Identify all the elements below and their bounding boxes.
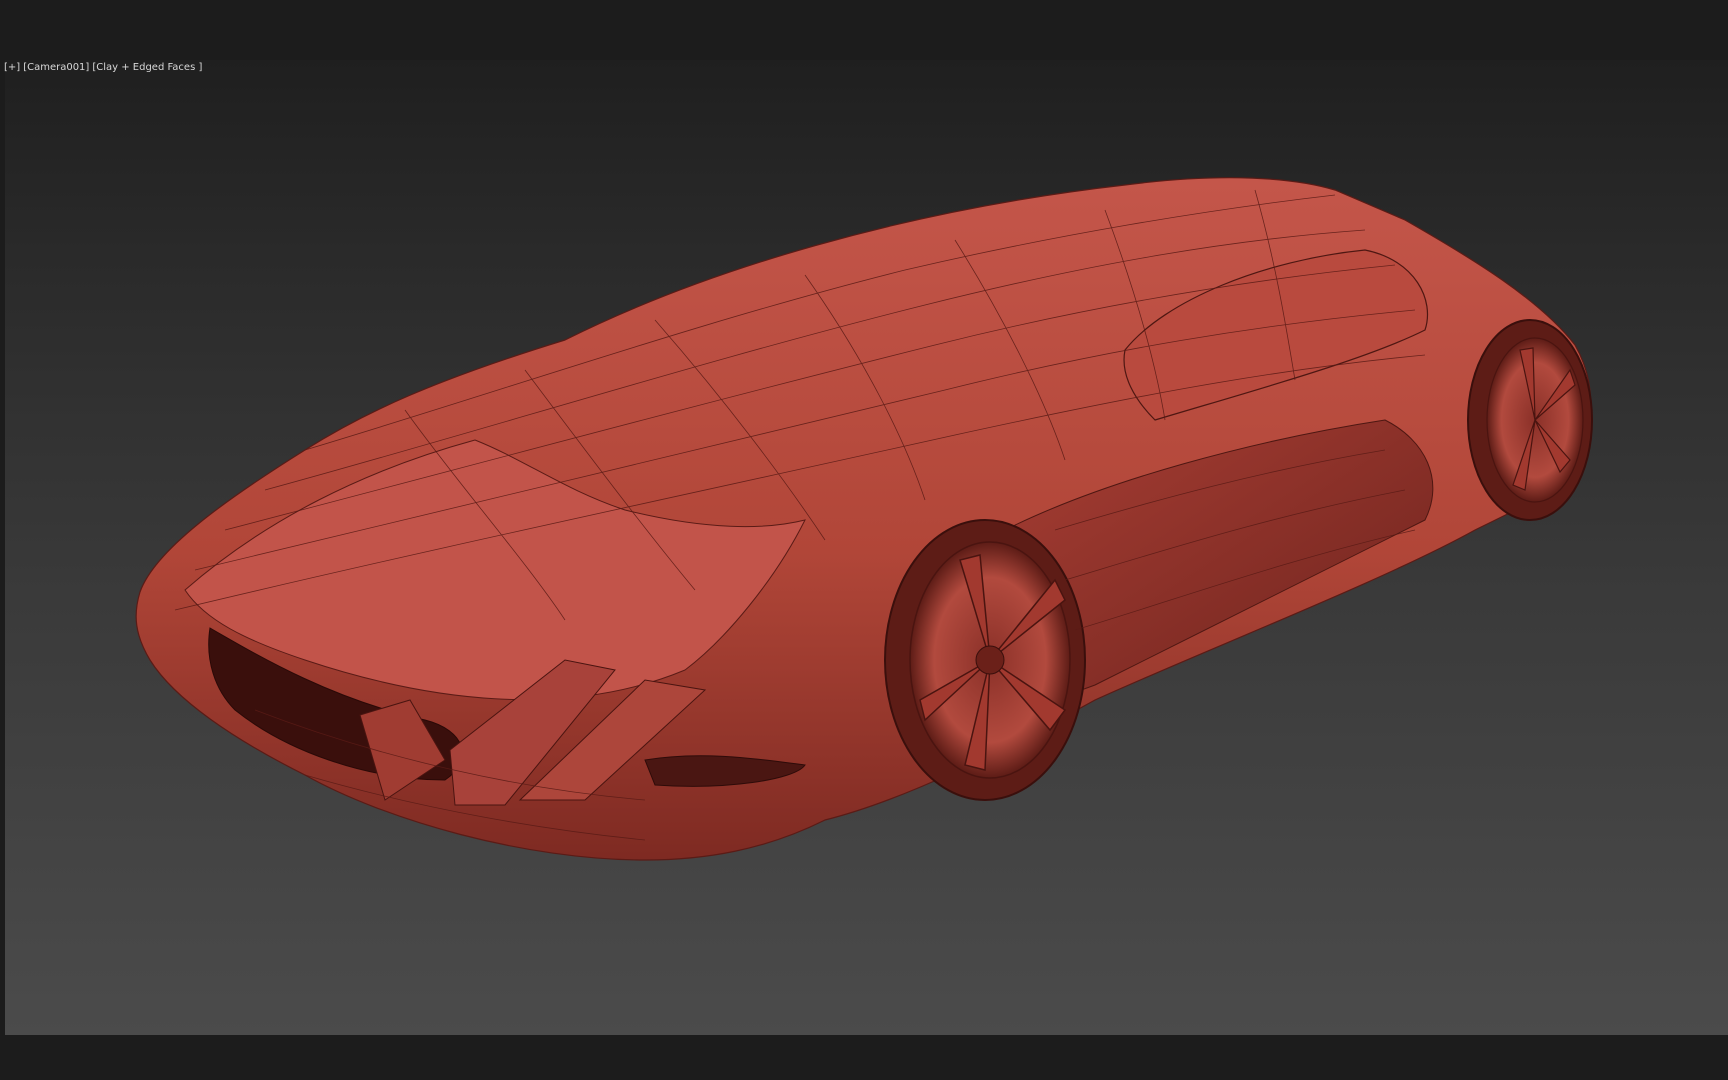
bottom-bar (0, 1035, 1728, 1080)
car-clay-model[interactable] (5, 60, 1728, 1035)
rear-wheel (1467, 319, 1593, 521)
viewport-menu-button[interactable]: [+] (4, 62, 20, 73)
front-wheel (884, 519, 1086, 801)
shading-mode-selector[interactable]: [Clay + Edged Faces ] (92, 62, 202, 73)
camera-selector[interactable]: [Camera001] (23, 62, 89, 73)
viewport-label: [+] [Camera001] [Clay + Edged Faces ] (4, 62, 202, 73)
camera-viewport[interactable]: z x y (5, 60, 1728, 1035)
top-bar (0, 0, 1728, 60)
